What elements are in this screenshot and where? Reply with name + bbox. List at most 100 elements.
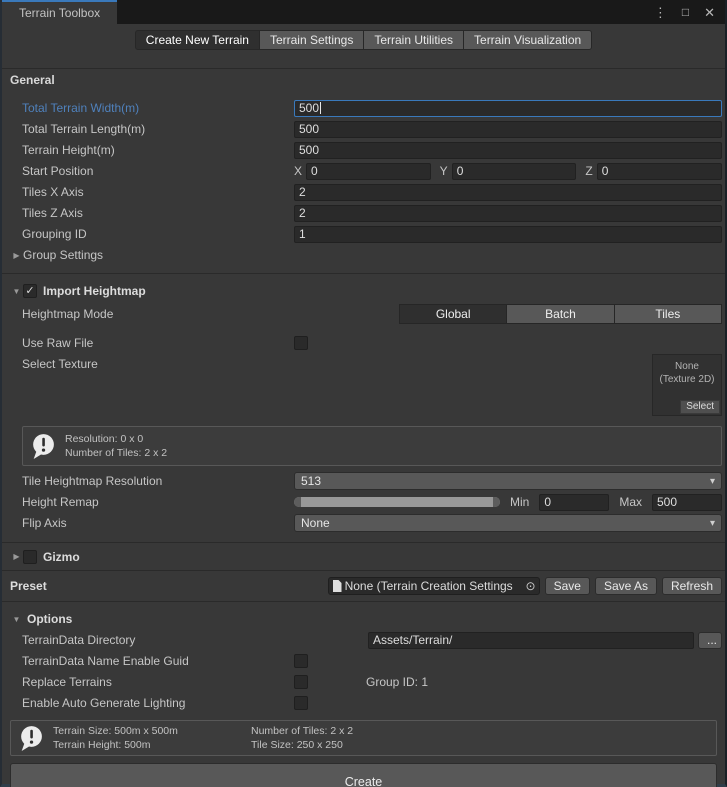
grouping-id-label: Grouping ID xyxy=(2,227,294,241)
height-remap-row: Height Remap Min 0 Max 500 xyxy=(2,492,725,512)
replace-terrains-checkbox[interactable] xyxy=(294,675,308,689)
preset-refresh-button[interactable]: Refresh xyxy=(662,577,722,595)
heightmap-mode-batch-button[interactable]: Batch xyxy=(506,304,614,324)
maximize-icon[interactable]: □ xyxy=(682,6,689,18)
terrain-toolbox-window: Terrain Toolbox ⋮ □ ✕ Create New Terrain… xyxy=(0,0,727,787)
terraindata-directory-field[interactable]: Assets/Terrain/ xyxy=(368,632,694,649)
general-section-header: General xyxy=(2,69,725,90)
terrain-summary-box: Terrain Size: 500m x 500m Terrain Height… xyxy=(10,720,717,756)
heightmap-mode-segments: Global Batch Tiles xyxy=(400,304,722,324)
window-tab-terrain-toolbox[interactable]: Terrain Toolbox xyxy=(2,0,117,24)
texture-object-field[interactable]: None (Texture 2D) Select xyxy=(652,354,722,416)
texture-select-button[interactable]: Select xyxy=(680,400,720,414)
resolution-info-box: Resolution: 0 x 0 Number of Tiles: 2 x 2 xyxy=(22,426,722,466)
heightmap-mode-row: Heightmap Mode Global Batch Tiles xyxy=(2,302,725,326)
flip-axis-row: Flip Axis None ▾ xyxy=(2,513,725,533)
total-terrain-length-label: Total Terrain Length(m) xyxy=(2,122,294,136)
import-heightmap-header: ▼ ✓ Import Heightmap xyxy=(2,280,725,302)
select-texture-row: Select Texture None (Texture 2D) Select xyxy=(2,354,725,420)
grouping-id-field[interactable]: 1 xyxy=(294,226,722,243)
tiles-z-axis-field[interactable]: 2 xyxy=(294,205,722,222)
preset-object-value: None (Terrain Creation Settings xyxy=(345,579,523,593)
height-remap-max-field[interactable]: 500 xyxy=(652,494,722,511)
gizmo-checkbox[interactable] xyxy=(23,550,37,564)
tiles-x-axis-field[interactable]: 2 xyxy=(294,184,722,201)
info-bubble-icon xyxy=(17,724,45,752)
heightmap-mode-label: Heightmap Mode xyxy=(2,307,294,321)
height-remap-min-field[interactable]: 0 xyxy=(539,494,609,511)
create-button[interactable]: Create xyxy=(10,763,717,787)
heightmap-mode-global-button[interactable]: Global xyxy=(399,304,507,324)
enable-auto-generate-lighting-checkbox[interactable] xyxy=(294,696,308,710)
total-terrain-width-label: Total Terrain Width(m) xyxy=(2,101,294,115)
z-axis-label: Z xyxy=(585,164,592,178)
preset-object-field[interactable]: None (Terrain Creation Settings ⊙ xyxy=(328,577,540,595)
options-title: Options xyxy=(27,612,72,626)
use-raw-file-row: Use Raw File xyxy=(2,333,725,353)
import-heightmap-checkbox[interactable]: ✓ xyxy=(23,284,37,298)
enable-auto-generate-lighting-label: Enable Auto Generate Lighting xyxy=(2,696,294,710)
slider-min-handle[interactable] xyxy=(294,497,301,507)
tiles-x-axis-label: Tiles X Axis xyxy=(2,185,294,199)
check-icon: ✓ xyxy=(25,286,34,297)
tiles-z-axis-row: Tiles Z Axis 2 xyxy=(2,203,725,223)
summary-tile-size: Tile Size: 250 x 250 xyxy=(251,738,441,752)
tab-terrain-settings[interactable]: Terrain Settings xyxy=(259,30,364,50)
tile-heightmap-resolution-row: Tile Heightmap Resolution 513 ▾ xyxy=(2,471,725,491)
chevron-down-icon: ▾ xyxy=(710,476,715,487)
max-label: Max xyxy=(619,495,642,509)
total-terrain-length-field[interactable]: 500 xyxy=(294,121,722,138)
group-settings-foldout[interactable]: ▶ Group Settings xyxy=(2,245,725,265)
replace-terrains-row: Replace Terrains Group ID: 1 xyxy=(2,672,725,692)
preset-asset-icon xyxy=(332,580,342,592)
preset-save-button[interactable]: Save xyxy=(545,577,590,595)
total-terrain-width-field[interactable]: 500 xyxy=(294,100,722,117)
summary-terrain-size: Terrain Size: 500m x 500m xyxy=(53,724,243,738)
height-remap-range-slider[interactable] xyxy=(294,497,500,507)
toolbox-tab-bar: Create New Terrain Terrain Settings Terr… xyxy=(2,24,725,56)
window-tab-label: Terrain Toolbox xyxy=(19,6,100,20)
use-raw-file-checkbox[interactable] xyxy=(294,336,308,350)
tiles-z-axis-label: Tiles Z Axis xyxy=(2,206,294,220)
import-heightmap-title: Import Heightmap xyxy=(43,284,146,298)
foldout-expanded-icon[interactable]: ▼ xyxy=(10,615,23,624)
terrain-height-row: Terrain Height(m) 500 xyxy=(2,140,725,160)
start-position-z-field[interactable]: 0 xyxy=(597,163,722,180)
start-position-x-field[interactable]: 0 xyxy=(306,163,431,180)
gizmo-header: ▶ Gizmo xyxy=(2,543,725,570)
flip-axis-dropdown[interactable]: None ▾ xyxy=(294,514,722,532)
use-raw-file-label: Use Raw File xyxy=(2,336,294,350)
texture-type-label: (Texture 2D) xyxy=(653,373,721,386)
heightmap-mode-tiles-button[interactable]: Tiles xyxy=(614,304,722,324)
terrain-height-field[interactable]: 500 xyxy=(294,142,722,159)
browse-directory-button[interactable]: ... xyxy=(698,632,722,649)
group-id-text: Group ID: 1 xyxy=(366,675,428,689)
x-axis-label: X xyxy=(294,164,302,178)
start-position-label: Start Position xyxy=(2,164,294,178)
kebab-menu-icon[interactable]: ⋮ xyxy=(654,6,667,19)
preset-save-as-button[interactable]: Save As xyxy=(595,577,657,595)
create-terrain-panel: General Total Terrain Width(m) 500 Total… xyxy=(2,56,725,787)
height-remap-label: Height Remap xyxy=(2,495,294,509)
object-picker-icon[interactable]: ⊙ xyxy=(526,580,536,592)
tab-create-new-terrain[interactable]: Create New Terrain xyxy=(135,30,260,50)
foldout-collapsed-icon[interactable]: ▶ xyxy=(10,552,23,561)
terraindata-directory-label: TerrainData Directory xyxy=(2,633,294,647)
tiles-info-line: Number of Tiles: 2 x 2 xyxy=(65,446,167,460)
resolution-info-line: Resolution: 0 x 0 xyxy=(65,432,167,446)
chevron-down-icon: ▾ xyxy=(710,518,715,529)
foldout-expanded-icon[interactable]: ▼ xyxy=(10,287,23,296)
total-terrain-length-row: Total Terrain Length(m) 500 xyxy=(2,119,725,139)
tiles-x-axis-row: Tiles X Axis 2 xyxy=(2,182,725,202)
total-terrain-width-row: Total Terrain Width(m) 500 xyxy=(2,98,725,118)
summary-terrain-height: Terrain Height: 500m xyxy=(53,738,243,752)
flip-axis-label: Flip Axis xyxy=(2,516,294,530)
tab-terrain-utilities[interactable]: Terrain Utilities xyxy=(363,30,464,50)
start-position-y-field[interactable]: 0 xyxy=(452,163,577,180)
slider-max-handle[interactable] xyxy=(493,497,500,507)
close-icon[interactable]: ✕ xyxy=(704,6,715,19)
terraindata-directory-row: TerrainData Directory Assets/Terrain/ ..… xyxy=(2,630,725,650)
terraindata-name-enable-guid-checkbox[interactable] xyxy=(294,654,308,668)
tile-heightmap-resolution-dropdown[interactable]: 513 ▾ xyxy=(294,472,722,490)
tab-terrain-visualization[interactable]: Terrain Visualization xyxy=(463,30,592,50)
